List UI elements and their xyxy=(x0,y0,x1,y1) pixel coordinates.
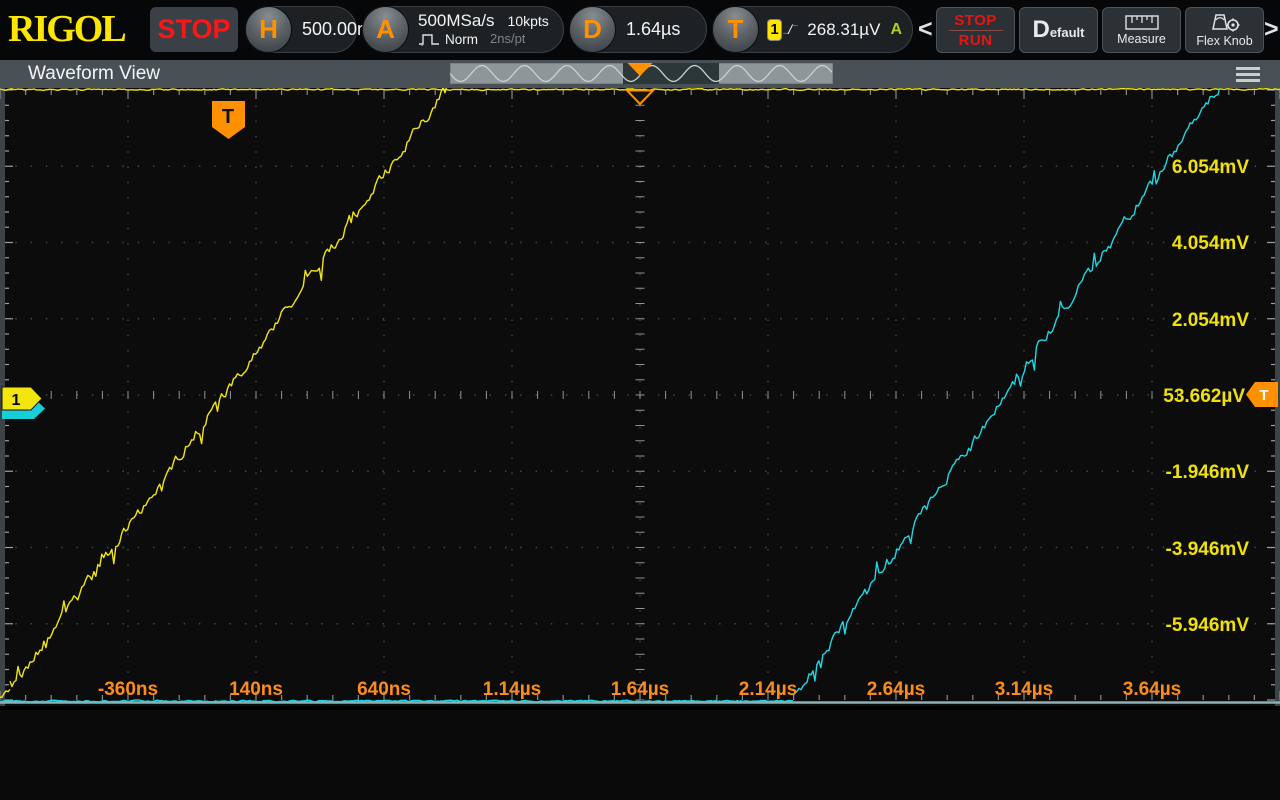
memory-depth: 10kpts xyxy=(508,13,549,29)
acquire-info: 500MSa/s 10kpts Norm 2ns/pt xyxy=(418,11,549,47)
time-label: 3.14µs xyxy=(995,679,1054,700)
ch2-trace xyxy=(793,88,1224,695)
knob-icon xyxy=(1209,13,1241,32)
horizontal-knob-button[interactable]: H xyxy=(245,6,292,53)
trigger-level-marker-label: T xyxy=(1259,387,1268,404)
scope-graticule: T 1 T 6.054mV 4.054mV 2.054mV 53.662µV -1.946mV… xyxy=(0,88,1280,706)
bottom-status-bar: R CH1 2.00mV/ Ω -53.66µV xyxy=(0,710,1280,800)
top-toolbar: RIGOL STOP H 500.00ns/ A 500MSa/s 10kpts… xyxy=(0,0,1280,60)
acquire-mode: Norm xyxy=(445,32,478,48)
time-label: 3.64µs xyxy=(1123,679,1182,700)
voltage-label: -5.946mV xyxy=(1166,615,1250,636)
time-label: 2.64µs xyxy=(867,679,926,700)
default-initial: D xyxy=(1032,16,1049,44)
hamburger-icon[interactable] xyxy=(1236,67,1260,85)
voltage-label: -1.946mV xyxy=(1166,462,1250,483)
measure-button[interactable]: Measure xyxy=(1102,7,1181,53)
stop-run-divider xyxy=(949,30,1003,31)
sample-rate: 500MSa/s xyxy=(418,11,495,31)
voltage-label: -3.946mV xyxy=(1166,539,1250,560)
trigger-knob-button[interactable]: T xyxy=(712,6,759,53)
trigger-time-flag-label: T xyxy=(222,106,234,128)
flex-knob-button[interactable]: Flex Knob xyxy=(1185,7,1264,53)
oscilloscope-screen: RIGOL STOP H 500.00ns/ A 500MSa/s 10kpts… xyxy=(0,0,1280,800)
waveform-display: T 1 T 6.054mV 4.054mV 2.054mV 53.662µV -1.946mV… xyxy=(0,88,1280,706)
flex-knob-label: Flex Knob xyxy=(1196,34,1252,48)
horizontal-scale-control[interactable]: H 500.00ns/ xyxy=(245,6,357,53)
trigger-position-marker[interactable] xyxy=(627,91,653,105)
time-label: 640ns xyxy=(357,679,411,700)
run-label: RUN xyxy=(959,33,993,48)
run-state-badge: STOP xyxy=(150,7,238,52)
rigol-logo: RIGOL xyxy=(8,7,125,51)
waveform-view-header: Waveform View xyxy=(0,60,1280,88)
voltage-label: 4.054mV xyxy=(1172,233,1249,254)
default-button[interactable]: Default xyxy=(1019,7,1098,53)
time-label: -360ns xyxy=(98,679,158,700)
delay-control[interactable]: D 1.64µs xyxy=(569,6,707,53)
delay-knob-button[interactable]: D xyxy=(569,6,616,53)
trigger-level-value: 268.31µV xyxy=(807,20,880,40)
toolbar-scroll-right-icon[interactable]: > xyxy=(1264,15,1279,44)
pulse-icon xyxy=(418,33,440,46)
time-label: 1.14µs xyxy=(483,679,542,700)
time-label: 1.64µs xyxy=(611,679,670,700)
waveform-view-title: Waveform View xyxy=(28,63,160,85)
toolbar-scroll-left-icon[interactable]: < xyxy=(918,15,933,44)
rising-edge-icon xyxy=(782,17,798,42)
trigger-sweep-mode: A xyxy=(890,21,902,39)
acquire-knob-button[interactable]: A xyxy=(362,6,409,53)
voltage-label: 53.662µV xyxy=(1163,386,1245,407)
time-resolution: 2ns/pt xyxy=(490,32,525,47)
ch1-trace xyxy=(10,88,453,686)
default-rest: efault xyxy=(1050,25,1085,40)
ruler-icon xyxy=(1125,15,1159,30)
measure-label: Measure xyxy=(1117,32,1166,46)
delay-value: 1.64µs xyxy=(626,19,680,40)
stop-label: STOP xyxy=(954,13,997,28)
acquire-control[interactable]: A 500MSa/s 10kpts Norm 2ns/pt xyxy=(362,6,564,53)
ch1-offset-marker-label: 1 xyxy=(12,392,21,409)
voltage-label: 6.054mV xyxy=(1172,157,1249,178)
record-minimap[interactable] xyxy=(450,63,833,84)
trigger-control[interactable]: T 1 268.31µV A xyxy=(712,6,913,53)
voltage-label: 2.054mV xyxy=(1172,310,1249,331)
time-label: 2.14µs xyxy=(739,679,798,700)
stop-run-button[interactable]: STOP RUN xyxy=(936,7,1015,53)
time-label: 140ns xyxy=(229,679,283,700)
trigger-source-badge: 1 xyxy=(767,19,782,41)
